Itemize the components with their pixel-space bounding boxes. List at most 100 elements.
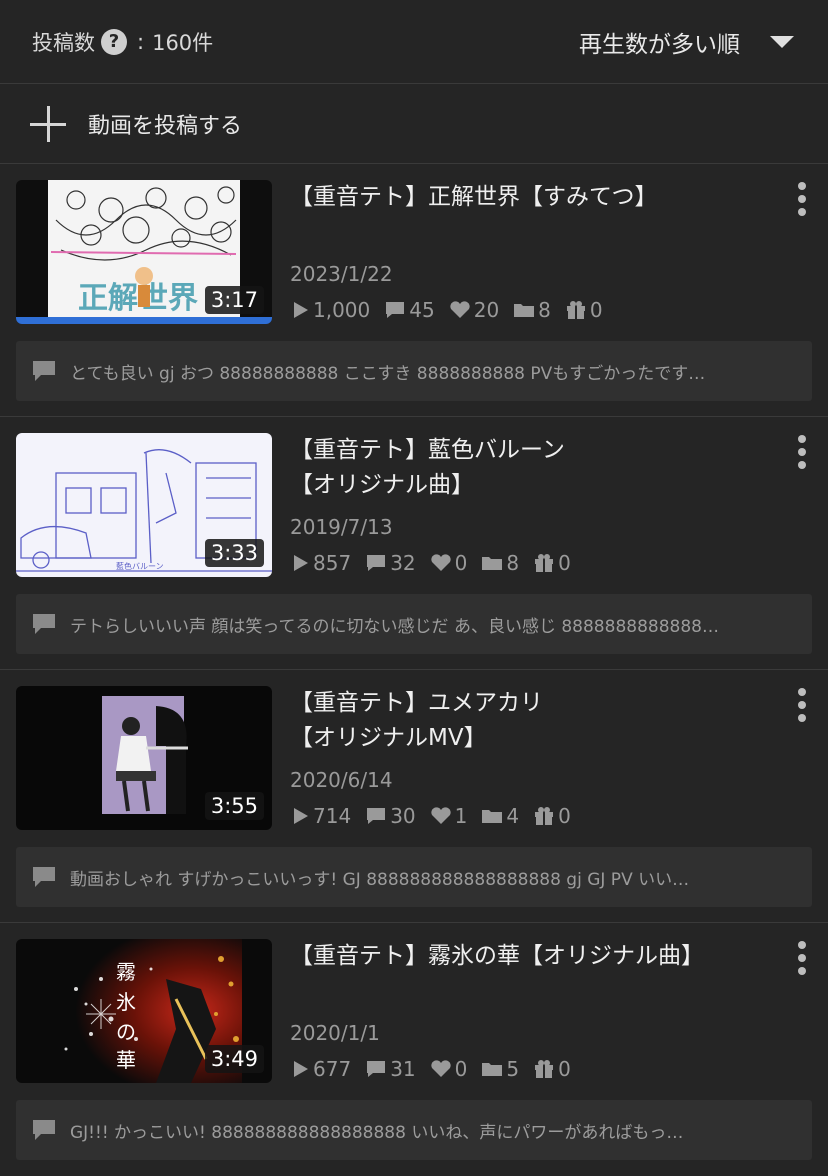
heart-icon [430,554,451,571]
view-count: 1,000 [313,298,371,322]
video-date: 2020/1/1 [290,1021,380,1045]
folder-icon [514,304,535,317]
video-title[interactable]: 【重音テト】霧氷の華【オリジナル曲】 [290,939,812,1019]
video-title-line: 【オリジナルMV】 [290,725,487,751]
more-vert-icon[interactable] [792,182,812,216]
comment-icon [367,808,386,824]
view-count: 714 [313,804,352,828]
video-duration: 3:33 [204,539,264,567]
latest-comments-text: 動画おしゃれ すげかっこいいっす! GJ 888888888888888888 … [70,869,690,890]
mylist-count: 8 [538,298,551,322]
list-header: 投稿数 ? : 160件 再生数が多い順 [0,0,828,84]
watch-progress-bar [16,317,272,324]
heart-icon [450,301,470,318]
video-title-line: 【重音テト】藍色バルーン [290,437,565,463]
latest-comments-text: とても良い gj おつ 88888888888 ここすき 8888888888 … [70,363,706,384]
video-title[interactable]: 【重音テト】ユメアカリ 【オリジナルMV】 [290,686,812,766]
comment-count: 31 [390,1057,416,1081]
heart-icon [430,807,451,824]
latest-comments-text: GJ!!! かっこいい! 888888888888888888 いいね、声にパワ… [70,1122,684,1143]
mylist-count: 4 [506,804,520,828]
heart-icon [430,1060,451,1077]
video-stats: 1,000 45 20 8 0 [290,298,617,322]
video-stats: 714 30 1 4 0 [290,804,585,828]
more-vert-icon[interactable] [792,435,812,469]
view-count: 857 [313,551,352,575]
latest-comments[interactable]: GJ!!! かっこいい! 888888888888888888 いいね、声にパワ… [16,1100,812,1160]
video-stats: 857 32 0 8 0 [290,551,585,575]
gift-icon [535,807,554,825]
mylist-count: 5 [506,1057,520,1081]
video-title-line: 【オリジナル曲】 [290,472,474,498]
plus-icon [30,105,66,142]
comment-icon [367,1061,386,1077]
comment-count: 32 [390,551,416,575]
play-icon [294,1061,308,1077]
help-icon[interactable]: ? [101,28,127,55]
video-stats: 677 31 0 5 0 [290,1057,585,1081]
video-thumbnail[interactable]: 藍色バルーン 3:33 [16,433,272,577]
video-item[interactable]: 藍色バルーン 3:33 【重音テト】藍色バルーン 【オリジナル曲】 2019/7… [0,417,828,670]
play-icon [294,555,308,571]
gift-count: 0 [558,551,571,575]
latest-comments[interactable]: 動画おしゃれ すげかっこいいっす! GJ 888888888888888888 … [16,847,812,907]
comment-icon [33,361,55,381]
video-duration: 3:17 [204,286,264,314]
like-count: 20 [473,298,500,322]
gift-icon [535,1060,554,1078]
comment-icon [33,614,55,634]
upload-video-button[interactable]: 動画を投稿する [0,84,828,164]
comment-count: 45 [409,298,435,322]
video-item[interactable]: 3:55 【重音テト】ユメアカリ 【オリジナルMV】 2020/6/14 714… [0,670,828,923]
sort-dropdown[interactable]: 再生数が多い順 [579,25,794,59]
video-duration: 3:49 [204,1045,264,1073]
video-title-line: 【重音テト】霧氷の華【オリジナル曲】 [290,943,704,969]
post-count-value: 160件 [152,30,214,55]
comment-icon [367,555,386,571]
like-count: 0 [454,551,468,575]
video-thumbnail[interactable]: 3:55 [16,686,272,830]
video-date: 2020/6/14 [290,768,393,792]
folder-icon [482,810,503,823]
gift-count: 0 [558,1057,571,1081]
svg-text:氷: 氷 [116,990,136,1014]
more-vert-icon[interactable] [792,688,812,722]
svg-text:藍色バルーン: 藍色バルーン [116,561,164,571]
svg-text:霧: 霧 [116,960,136,984]
video-title[interactable]: 【重音テト】藍色バルーン 【オリジナル曲】 [290,433,812,513]
post-count: 投稿数 ? : 160件 [32,27,213,57]
video-item[interactable]: 正解世界 3:17 【重音テト】正解世界【すみてつ】 2023/1/22 1,0… [0,164,828,417]
video-thumbnail[interactable]: 正解世界 3:17 [16,180,272,324]
play-icon [294,808,308,824]
play-icon [294,302,308,318]
folder-icon [482,1063,503,1076]
gift-icon [535,554,554,572]
folder-icon [482,557,503,570]
upload-video-label: 動画を投稿する [88,113,243,139]
latest-comments[interactable]: とても良い gj おつ 88888888888 ここすき 8888888888 … [16,341,812,401]
gift-icon [566,301,585,319]
video-date: 2023/1/22 [290,262,393,286]
video-item[interactable]: 霧 氷 の 華 3:49 【重音テト】霧氷の華【オリジナル曲】 2020/1/1… [0,923,828,1176]
latest-comments-text: テトらしいいい声 顔は笑ってるのに切ない感じだ あ、良い感じ 888888888… [70,616,719,637]
video-duration: 3:55 [204,792,264,820]
post-count-separator: : [137,29,145,54]
video-title-line: 【重音テト】ユメアカリ [290,690,543,716]
video-title[interactable]: 【重音テト】正解世界【すみてつ】 [290,180,812,260]
more-vert-icon[interactable] [792,941,812,975]
gift-count: 0 [558,804,571,828]
sort-caret-icon [770,35,794,48]
video-thumbnail[interactable]: 霧 氷 の 華 3:49 [16,939,272,1083]
sort-label: 再生数が多い順 [579,31,740,58]
comment-icon [33,867,55,887]
latest-comments[interactable]: テトらしいいい声 顔は笑ってるのに切ない感じだ あ、良い感じ 888888888… [16,594,812,654]
like-count: 0 [454,1057,468,1081]
view-count: 677 [313,1057,352,1081]
video-date: 2019/7/13 [290,515,393,539]
post-count-label: 投稿数 [32,30,95,55]
svg-text:の: の [116,1020,136,1044]
video-title-line: 【重音テト】正解世界【すみてつ】 [290,184,658,210]
comment-icon [386,302,405,318]
like-count: 1 [454,804,468,828]
comment-icon [33,1120,55,1140]
